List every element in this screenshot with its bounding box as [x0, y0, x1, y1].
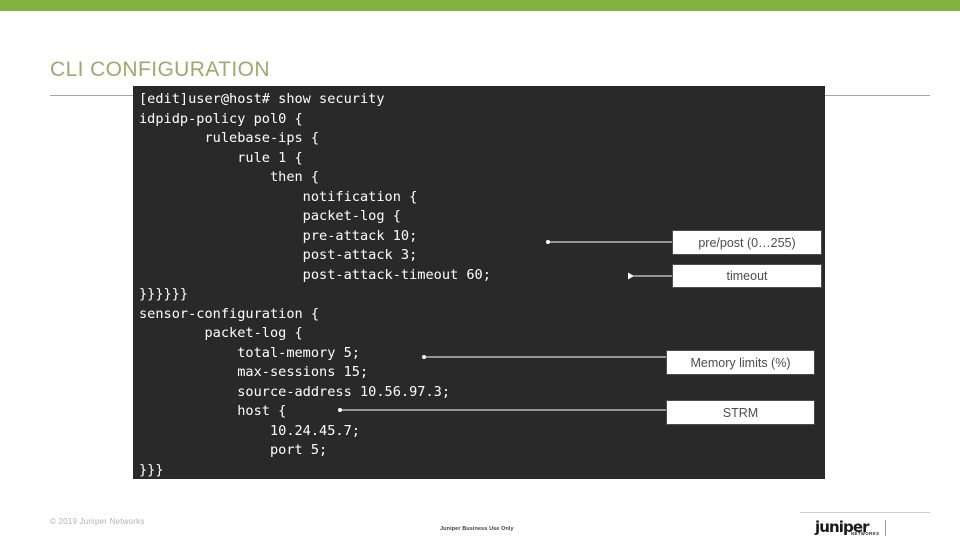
callout-strm-label: STRM — [722, 405, 759, 420]
footer-use-notice: Juniper Business Use Only — [440, 526, 514, 532]
juniper-logo: juniper NETWORKS — [815, 518, 930, 538]
logo-divider — [885, 520, 886, 536]
callout-pre-post-label: pre/post (0…255) — [698, 235, 796, 250]
callout-pre-post: pre/post (0…255) — [672, 230, 822, 255]
footer-copyright: © 2019 Juniper Networks — [50, 517, 145, 526]
callout-memory-limits: Memory limits (%) — [666, 350, 815, 375]
footer-divider — [800, 512, 930, 513]
callout-strm: STRM — [666, 400, 815, 425]
cli-code-text: [edit]user@host# show security idpidp-po… — [139, 91, 491, 478]
page-title: CLI CONFIGURATION — [50, 58, 270, 81]
callout-timeout: timeout — [672, 264, 822, 288]
juniper-logo-subtext: NETWORKS — [851, 531, 880, 536]
callout-timeout-label: timeout — [726, 269, 768, 283]
callout-memory-limits-label: Memory limits (%) — [690, 355, 791, 370]
top-accent-bar — [0, 0, 960, 11]
